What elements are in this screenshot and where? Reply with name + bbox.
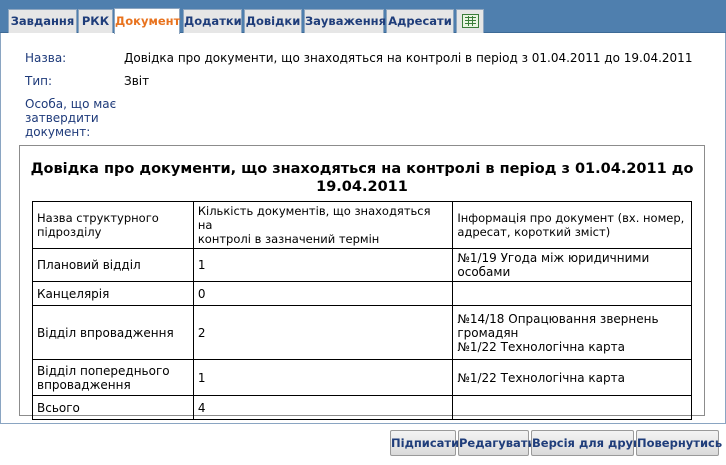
report-table: Назва структурного підрозділу Кількість …	[32, 201, 692, 420]
cell-info: №1/19 Угода між юридичними особами	[452, 248, 692, 282]
edit-button[interactable]: Редагувати	[458, 430, 536, 456]
header-info-line1: Інформація про документ (вх. номер,	[457, 211, 685, 225]
frame-border-left	[0, 33, 1, 423]
cell-info-line1: №14/18 Опрацювання звернень	[457, 311, 659, 326]
header-info-line2: адресат, короткий зміст)	[457, 225, 611, 239]
header-department-line2: підрозділу	[37, 225, 102, 239]
cell-info-line3: №1/22 Технологічна карта	[457, 339, 625, 354]
sign-button[interactable]: Підписати	[390, 430, 459, 456]
header-department: Назва структурного підрозділу	[32, 201, 194, 249]
cell-count: 1	[192, 359, 454, 396]
tab-attachments[interactable]: Додатки	[183, 9, 242, 33]
type-label: Тип:	[25, 74, 53, 88]
tab-remarks[interactable]: Зауваження	[304, 9, 386, 33]
tab-spreadsheet[interactable]	[456, 9, 484, 33]
cell-department: Канцелярія	[32, 281, 194, 306]
cell-info	[452, 281, 692, 306]
cell-count: 1	[192, 248, 454, 282]
tab-rkk[interactable]: РКК	[78, 9, 113, 33]
cell-department-line1: Відділ попереднього	[37, 363, 170, 378]
approver-label-line3: документ:	[25, 125, 91, 139]
back-button[interactable]: Повернутись	[636, 430, 722, 456]
type-value: Звіт	[124, 74, 150, 88]
cell-info: №1/22 Технологічна карта	[452, 359, 692, 396]
header-department-line1: Назва структурного	[37, 211, 159, 225]
cell-count: 0	[192, 281, 454, 306]
cell-department: Відділ попереднього впровадження	[32, 359, 194, 396]
table-row: Плановий відділ 1 №1/19 Угода між юридич…	[32, 248, 692, 282]
print-version-button[interactable]: Версія для друку	[531, 430, 648, 456]
approver-label: Особа, що має затвердити документ:	[25, 97, 116, 139]
report-title-line2: 19.04.2011	[316, 179, 408, 195]
table-row: Канцелярія 0	[32, 281, 692, 306]
cell-info-line2: громадян	[457, 325, 519, 340]
table-row: Всього 4	[32, 395, 692, 420]
cell-department: Всього	[32, 395, 194, 420]
cell-department: Відділ впровадження	[32, 305, 194, 360]
cell-info: №14/18 Опрацювання звернень громадян №1/…	[452, 305, 692, 360]
report-title: Довідка про документи, що знаходяться на…	[20, 160, 704, 196]
tab-bar: Завдання РКК Документ Додатки Довідки За…	[0, 0, 726, 34]
table-row: Відділ впровадження 2 №14/18 Опрацювання…	[32, 305, 692, 360]
cell-count: 2	[192, 305, 454, 360]
name-label: Назва:	[25, 51, 67, 65]
tab-tasks[interactable]: Завдання	[8, 9, 77, 33]
approver-label-line2: затвердити	[25, 111, 99, 125]
header-info: Інформація про документ (вх. номер, адре…	[452, 201, 692, 249]
spreadsheet-icon	[462, 14, 479, 28]
approver-label-line1: Особа, що має	[25, 97, 117, 111]
cell-department-line2: впровадження	[37, 377, 131, 392]
table-row: Відділ попереднього впровадження 1 №1/22…	[32, 359, 692, 396]
header-count-line2: контролі в зазначений термін	[197, 232, 380, 246]
header-count: Кількість документів, що знаходяться на …	[192, 201, 454, 249]
table-header-row: Назва структурного підрозділу Кількість …	[32, 201, 692, 249]
report-box: Довідка про документи, що знаходяться на…	[19, 145, 705, 420]
cell-info	[452, 395, 692, 420]
tab-addressees[interactable]: Адресати	[386, 9, 454, 33]
tab-document[interactable]: Документ	[114, 8, 180, 34]
cell-count: 4	[192, 395, 454, 420]
name-value: Довідка про документи, що знаходяться на…	[124, 51, 693, 65]
cell-department: Плановий відділ	[32, 248, 194, 282]
tab-references[interactable]: Довідки	[244, 9, 302, 33]
footer-divider	[0, 423, 726, 424]
header-count-line1: Кількість документів, що знаходяться на	[197, 204, 431, 232]
report-title-line1: Довідка про документи, що знаходяться на…	[30, 161, 694, 177]
